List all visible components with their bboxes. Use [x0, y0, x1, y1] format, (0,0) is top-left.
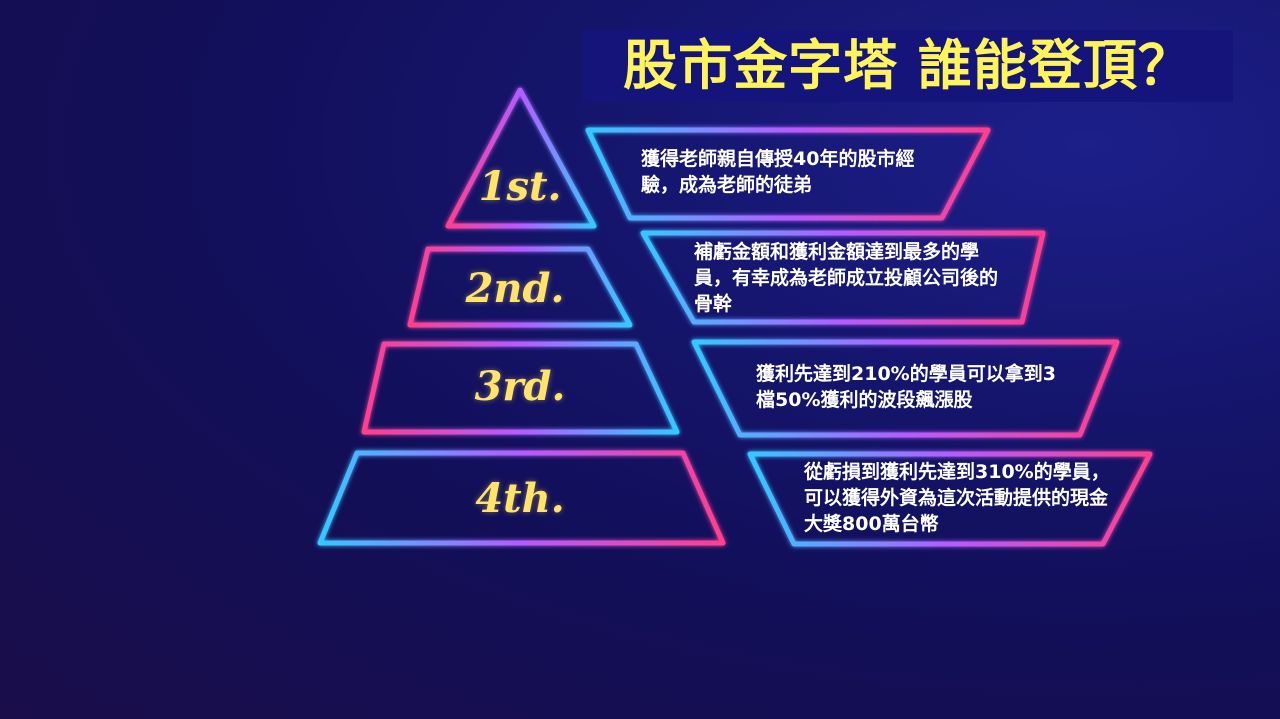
- pyramid-graphic: [317, 87, 1153, 547]
- rank-label-2nd: 2nd.: [465, 265, 565, 312]
- tier-1-description: 獲得老師親自傳授40年的股市經驗，成為老師的徒弟: [641, 148, 915, 196]
- rank-label-3rd: 3rd.: [474, 363, 566, 410]
- rank-label-1st: 1st.: [478, 163, 562, 210]
- tier-4-description: 從虧損到獲利先達到310%的學員，可以獲得外資為這次活動提供的現金大獎800萬台…: [804, 461, 1110, 535]
- rank-label-4th: 4th.: [475, 475, 565, 522]
- tier-2-description: 補虧金額和獲利金額達到最多的學員，有幸成為老師成立投顧公司後的骨幹: [694, 241, 999, 315]
- tier-3-description: 獲利先達到210%的學員可以拿到3檔50%獲利的波段飆漲股: [756, 363, 1056, 411]
